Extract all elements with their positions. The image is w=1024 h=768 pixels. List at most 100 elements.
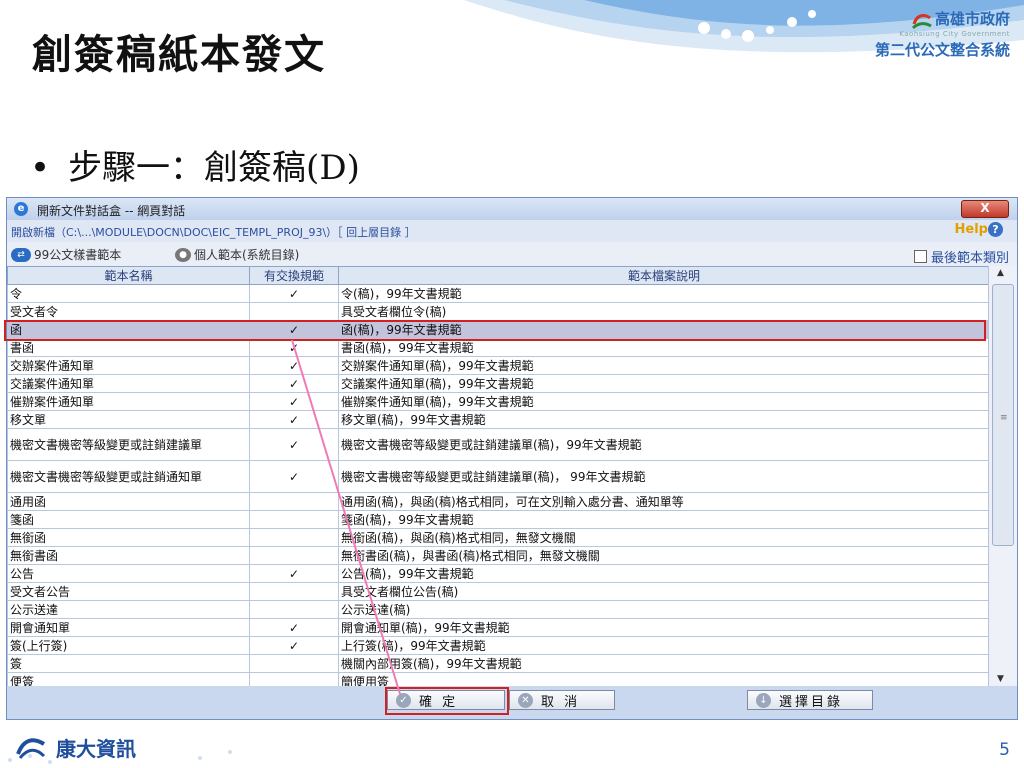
ok-label: 確 定 bbox=[419, 694, 459, 710]
exchange-cell: ✓ bbox=[249, 356, 339, 375]
help-icon: ? bbox=[988, 222, 1003, 237]
table-row[interactable]: 開會通知單 ✓ 開會通知單(稿)，99年文書規範 bbox=[7, 618, 989, 637]
description-cell: 機密文書機密等級變更或註銷建議單(稿)， 99年文書規範 bbox=[338, 460, 989, 493]
description-cell: 機密文書機密等級變更或註銷建議單(稿)，99年文書規範 bbox=[338, 428, 989, 461]
dialog-title: 開新文件對話盒 -- 網頁對話 bbox=[37, 204, 186, 218]
slide-title: 創簽稿紙本發文 bbox=[32, 31, 326, 78]
exchange-cell bbox=[249, 582, 339, 601]
exchange-cell bbox=[249, 492, 339, 511]
path-link[interactable]: 開啟新檔（C:\...\MODULE\DOCN\DOC\EIC_TEMPL_PR… bbox=[11, 224, 416, 240]
vertical-scrollbar[interactable]: ▲ ≡ ▼ bbox=[988, 266, 1017, 686]
table-row[interactable]: 交辦案件通知單 ✓ 交辦案件通知單(稿)，99年文書規範 bbox=[7, 356, 989, 375]
table-row[interactable]: 簽(上行簽) ✓ 上行簽(稿)，99年文書規範 bbox=[7, 636, 989, 655]
template-grid: 範本名稱 有交換規範 範本檔案說明 令 ✓ 令(稿)，99年文書規範 受文者令 具受文者… bbox=[7, 266, 989, 686]
table-row[interactable]: 簽 機關內部用簽(稿)，99年文書規範 bbox=[7, 654, 989, 673]
exchange-cell bbox=[249, 302, 339, 321]
scroll-thumb[interactable]: ≡ bbox=[992, 284, 1014, 546]
company-logo-icon bbox=[16, 737, 46, 759]
table-row[interactable]: 通用函 通用函(稿)，與函(稿)格式相同，可在文別輸入處分書、通知單等 bbox=[7, 492, 989, 511]
check-icon: ✓ bbox=[396, 692, 411, 708]
column-header[interactable]: 有交換規範 bbox=[249, 266, 339, 285]
template-name-cell: 無銜函 bbox=[7, 528, 250, 547]
table-row[interactable]: 催辦案件通知單 ✓ 催辦案件通知單(稿)，99年文書規範 bbox=[7, 392, 989, 411]
new-document-dialog: e 開新文件對話盒 -- 網頁對話 X 開啟新檔（C:\...\MODULE\D… bbox=[6, 197, 1018, 720]
exchange-cell bbox=[249, 510, 339, 529]
step-text: 步驟一：創簽稿(D) bbox=[68, 148, 360, 188]
city-name: 高雄市政府 bbox=[934, 10, 1010, 28]
table-row[interactable]: 公告 ✓ 公告(稿)，99年文書規範 bbox=[7, 564, 989, 583]
table-row[interactable]: 受文者公告 具受文者欄位公告(稿) bbox=[7, 582, 989, 601]
table-row[interactable]: 受文者令 具受文者欄位令(稿) bbox=[7, 302, 989, 321]
dialog-footer: ✓ 確 定 ✕ 取 消 ↓ 選擇目錄 bbox=[7, 686, 1017, 719]
template-name-cell: 簽 bbox=[7, 654, 250, 673]
template-name-cell: 公告 bbox=[7, 564, 250, 583]
header-banner: 高雄市政府 Kaohsiung City Government 第二代公文整合系… bbox=[464, 0, 1024, 80]
template-99-label: 99公文樣書範本 bbox=[34, 248, 122, 262]
template-toolbar: ⇄ 99公文樣書範本 ● 個人範本(系統目錄) 最後範本類別 bbox=[7, 242, 1017, 266]
cancel-icon: ✕ bbox=[518, 692, 533, 708]
personal-template-button[interactable]: ● 個人範本(系統目錄) bbox=[175, 246, 299, 263]
description-cell: 無銜書函(稿)，與書函(稿)格式相同，無發文機關 bbox=[338, 546, 989, 565]
company-brand: 康大資訊 bbox=[14, 733, 136, 762]
exchange-cell bbox=[249, 546, 339, 565]
description-cell: 具受文者欄位公告(稿) bbox=[338, 582, 989, 601]
checkbox-box[interactable] bbox=[913, 250, 927, 263]
exchange-cell bbox=[249, 600, 339, 619]
exchange-cell: ✓ bbox=[249, 320, 339, 339]
cancel-button[interactable]: ✕ 取 消 bbox=[509, 690, 615, 710]
city-emblem-icon bbox=[911, 13, 932, 29]
template-name-cell: 通用函 bbox=[7, 492, 250, 511]
last-category-checkbox[interactable]: 最後範本類別 bbox=[913, 247, 1009, 266]
scroll-down-icon[interactable]: ▼ bbox=[997, 674, 1004, 684]
template-name-cell: 令 bbox=[7, 284, 250, 303]
choose-directory-button[interactable]: ↓ 選擇目錄 bbox=[747, 690, 873, 710]
description-cell: 開會通知單(稿)，99年文書規範 bbox=[338, 618, 989, 637]
ok-button[interactable]: ✓ 確 定 bbox=[387, 690, 505, 710]
template-table: 範本名稱 有交換規範 範本檔案說明 令 ✓ 令(稿)，99年文書規範 受文者令 具受文者… bbox=[7, 266, 989, 686]
ie-icon: e bbox=[14, 202, 28, 216]
step-bullet: • 步驟一：創簽稿(D) bbox=[30, 140, 360, 189]
download-icon: ↓ bbox=[756, 692, 771, 708]
footer-dots-decoration bbox=[8, 750, 232, 764]
city-logo: 高雄市政府 Kaohsiung City Government 第二代公文整合系… bbox=[875, 8, 1010, 60]
cancel-label: 取 消 bbox=[541, 694, 581, 710]
table-row[interactable]: 函 ✓ 函(稿)，99年文書規範 bbox=[7, 320, 989, 339]
table-row[interactable]: 令 ✓ 令(稿)，99年文書規範 bbox=[7, 284, 989, 303]
exchange-cell: ✓ bbox=[249, 564, 339, 583]
choose-directory-label: 選擇目錄 bbox=[779, 694, 844, 710]
description-cell: 無銜函(稿)，與函(稿)格式相同，無發文機關 bbox=[338, 528, 989, 547]
table-row[interactable]: 無銜書函 無銜書函(稿)，與書函(稿)格式相同，無發文機關 bbox=[7, 546, 989, 565]
description-cell: 書函(稿)，99年文書規範 bbox=[338, 338, 989, 357]
template-name-cell: 機密文書機密等級變更或註銷建議單 bbox=[7, 428, 250, 461]
template-99-button[interactable]: ⇄ 99公文樣書範本 bbox=[11, 246, 121, 263]
template-name-cell: 函 bbox=[7, 320, 250, 339]
exchange-cell: ✓ bbox=[249, 410, 339, 429]
person-icon: ● bbox=[175, 247, 191, 262]
template-name-cell: 便簽 bbox=[7, 672, 250, 686]
column-header[interactable]: 範本檔案說明 bbox=[338, 266, 989, 285]
column-header[interactable]: 範本名稱 bbox=[7, 266, 250, 285]
table-row[interactable]: 機密文書機密等級變更或註銷通知單 ✓ 機密文書機密等級變更或註銷建議單(稿)， 99… bbox=[7, 460, 989, 493]
scroll-up-icon[interactable]: ▲ bbox=[997, 268, 1004, 278]
table-row[interactable]: 無銜函 無銜函(稿)，與函(稿)格式相同，無發文機關 bbox=[7, 528, 989, 547]
table-row[interactable]: 箋函 箋函(稿)，99年文書規範 bbox=[7, 510, 989, 529]
table-header-row: 範本名稱 有交換規範 範本檔案說明 bbox=[7, 266, 989, 285]
exchange-cell bbox=[249, 528, 339, 547]
exchange-cell: ✓ bbox=[249, 618, 339, 637]
table-row[interactable]: 移文單 ✓ 移文單(稿)，99年文書規範 bbox=[7, 410, 989, 429]
table-row[interactable]: 書函 ✓ 書函(稿)，99年文書規範 bbox=[7, 338, 989, 357]
description-cell: 令(稿)，99年文書規範 bbox=[338, 284, 989, 303]
close-button[interactable]: X bbox=[961, 200, 1009, 218]
grip-icon: ≡ bbox=[1000, 413, 1008, 423]
help-label: Help bbox=[954, 222, 988, 237]
template-name-cell: 公示送達 bbox=[7, 600, 250, 619]
bullet-dot: • bbox=[30, 148, 51, 188]
description-cell: 簡便用簽 bbox=[338, 672, 989, 686]
table-row[interactable]: 公示送達 公示送達(稿) bbox=[7, 600, 989, 619]
description-cell: 函(稿)，99年文書規範 bbox=[338, 320, 989, 339]
help-button[interactable]: Help? bbox=[955, 222, 1003, 237]
table-row[interactable]: 交議案件通知單 ✓ 交議案件通知單(稿)，99年文書規範 bbox=[7, 374, 989, 393]
table-row[interactable]: 機密文書機密等級變更或註銷建議單 ✓ 機密文書機密等級變更或註銷建議單(稿)，99年… bbox=[7, 428, 989, 461]
table-row[interactable]: 便簽 簡便用簽 bbox=[7, 672, 989, 686]
description-cell: 上行簽(稿)，99年文書規範 bbox=[338, 636, 989, 655]
